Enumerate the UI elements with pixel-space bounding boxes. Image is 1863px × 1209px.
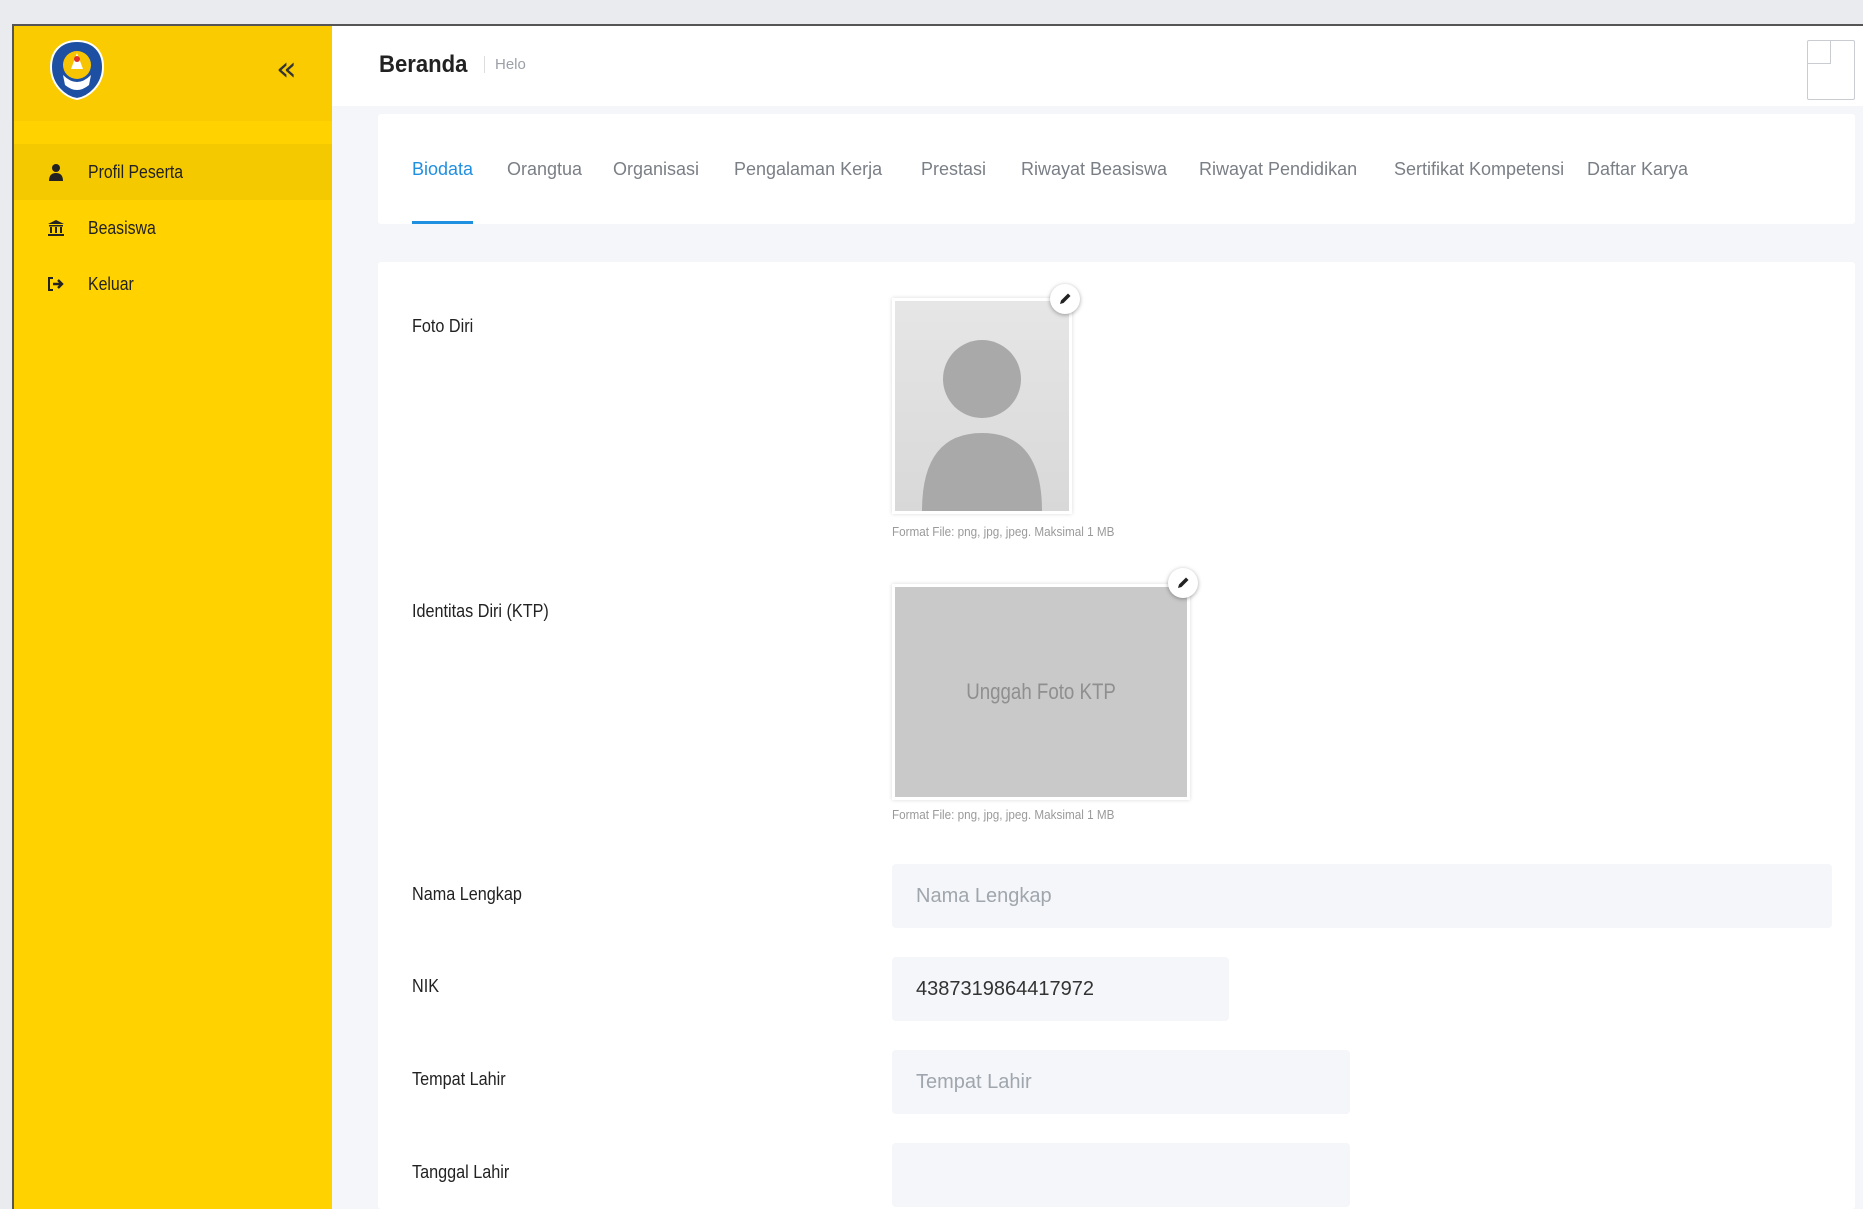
sidebar-menu: Profil Peserta Beasiswa Keluar: [14, 144, 332, 312]
sidebar-item-beasiswa[interactable]: Beasiswa: [14, 200, 332, 256]
tab-sertifikat-kompetensi[interactable]: Sertifikat Kompetensi: [1394, 114, 1564, 224]
foto-format-hint: Format File: png, jpg, jpeg. Maksimal 1 …: [892, 524, 1115, 539]
sidebar-item-label: Keluar: [88, 273, 134, 294]
app-window: « Profil Peserta Beasiswa Keluar Beranda…: [12, 24, 1863, 1209]
tab-orangtua[interactable]: Orangtua: [507, 114, 582, 224]
user-icon: [46, 162, 66, 182]
sidebar-item-label: Profil Peserta: [88, 161, 184, 182]
ktp-upload-placeholder: Unggah Foto KTP: [966, 679, 1116, 704]
collapse-sidebar-button[interactable]: «: [276, 52, 297, 86]
tab-organisasi[interactable]: Organisasi: [613, 114, 699, 224]
sidebar-item-profil-peserta[interactable]: Profil Peserta: [14, 144, 332, 200]
tut-wuri-handayani-logo: [49, 39, 105, 101]
ktp-label: Identitas Diri (KTP): [412, 601, 549, 621]
profile-tabs: Biodata Orangtua Organisasi Pengalaman K…: [378, 114, 1855, 224]
tab-prestasi[interactable]: Prestasi: [921, 114, 986, 224]
tab-pengalaman-kerja[interactable]: Pengalaman Kerja: [734, 114, 882, 224]
foto-diri-label: Foto Diri: [412, 316, 474, 336]
nama-lengkap-label: Nama Lengkap: [412, 884, 522, 904]
profile-photo-upload[interactable]: [892, 298, 1072, 514]
edit-ktp-button[interactable]: [1168, 568, 1198, 598]
ktp-format-hint: Format File: png, jpg, jpeg. Maksimal 1 …: [892, 807, 1115, 822]
sidebar: « Profil Peserta Beasiswa Keluar: [14, 26, 332, 1209]
edit-photo-button[interactable]: [1050, 284, 1080, 314]
pencil-icon: [1178, 577, 1189, 588]
tanggal-lahir-label: Tanggal Lahir: [412, 1162, 510, 1182]
avatar-placeholder-icon: [895, 301, 1069, 511]
nik-input[interactable]: [892, 957, 1229, 1021]
ktp-upload[interactable]: Unggah Foto KTP: [892, 584, 1190, 800]
user-menu-button[interactable]: [1807, 40, 1855, 100]
sidebar-item-label: Beasiswa: [88, 217, 156, 238]
breadcrumb: Helo: [484, 56, 526, 73]
sidebar-header: «: [14, 26, 332, 121]
sidebar-item-keluar[interactable]: Keluar: [14, 256, 332, 312]
pencil-icon: [1060, 293, 1071, 304]
top-bar: Beranda Helo: [332, 26, 1863, 106]
sign-out-icon: [46, 274, 66, 294]
nik-label: NIK: [412, 976, 440, 996]
bank-icon: [46, 218, 66, 238]
biodata-form: Foto Diri Format File: png, jpg, jpeg. M…: [378, 262, 1855, 1209]
tab-riwayat-pendidikan[interactable]: Riwayat Pendidikan: [1199, 114, 1357, 224]
main-content: Beranda Helo Biodata Orangtua Organisasi…: [332, 26, 1863, 1209]
nama-lengkap-input[interactable]: [892, 864, 1832, 928]
tempat-lahir-input[interactable]: [892, 1050, 1350, 1114]
page-title: Beranda: [379, 51, 468, 78]
tab-riwayat-beasiswa[interactable]: Riwayat Beasiswa: [1021, 114, 1167, 224]
tempat-lahir-label: Tempat Lahir: [412, 1069, 506, 1089]
window-icon: [1808, 41, 1831, 64]
tab-daftar-karya[interactable]: Daftar Karya: [1587, 114, 1688, 224]
tab-biodata[interactable]: Biodata: [412, 114, 474, 224]
tanggal-lahir-input[interactable]: [892, 1143, 1350, 1207]
